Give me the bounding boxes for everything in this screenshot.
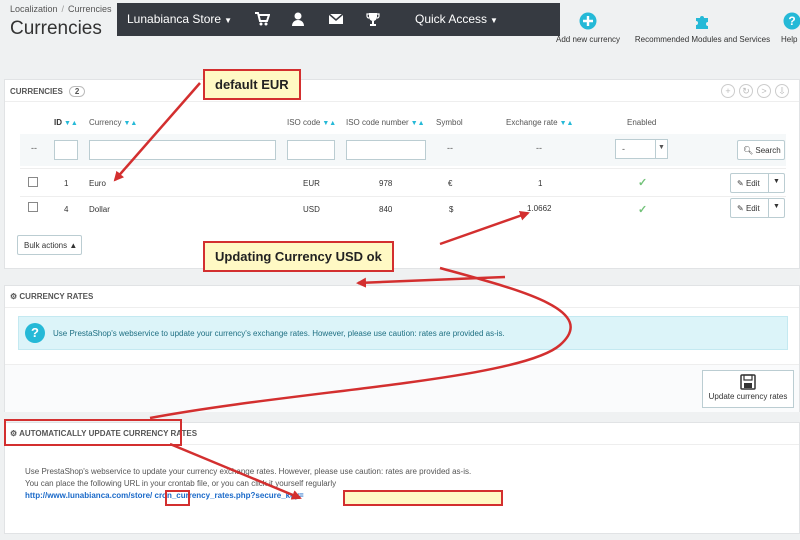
filter-currency-input[interactable] [89, 140, 276, 160]
question-icon: ? [25, 323, 45, 343]
search-icon: 🔍︎ [743, 146, 754, 155]
help-button[interactable]: ? Help [781, 12, 800, 44]
add-tool-icon[interactable]: + [721, 84, 735, 98]
breadcrumb-currencies[interactable]: Currencies [68, 4, 112, 14]
refresh-tool-icon[interactable]: ↻ [739, 84, 753, 98]
panel-tools: + ↻ > ⇩ [717, 84, 789, 98]
column-symbol: Symbol [436, 118, 463, 127]
row-checkbox[interactable] [28, 202, 38, 212]
row-currency: Dollar [89, 205, 110, 214]
chevron-down-icon: ▼ [655, 140, 667, 158]
filter-symbol-dash: -- [447, 143, 453, 153]
update-currency-rates-button[interactable]: Update currency rates [702, 370, 794, 408]
column-id[interactable]: ID ▼▲ [54, 118, 78, 127]
filter-iso-number-input[interactable] [346, 140, 426, 160]
recommended-modules-button[interactable]: Recommended Modules and Services [630, 12, 775, 44]
sql-tool-icon[interactable]: > [757, 84, 771, 98]
filter-rate-dash: -- [536, 143, 542, 153]
row-symbol: $ [449, 205, 454, 214]
bulk-actions-button[interactable]: Bulk actions ▲ [17, 235, 82, 255]
filter-dash: -- [31, 143, 37, 153]
top-navbar: Lunabianca Store ▼ Quick Access ▼ [117, 3, 560, 36]
arrow-back [356, 275, 506, 288]
auto-update-line2: You can place the following URL in your … [25, 479, 337, 488]
pencil-icon: ✎ [737, 179, 744, 188]
annotation-default-eur: default EUR [203, 69, 301, 100]
row-divider [20, 196, 786, 197]
add-currency-label: Add new currency [555, 35, 621, 44]
redacted-key-box [343, 490, 503, 506]
row-iso-number: 840 [379, 205, 393, 214]
export-tool-icon[interactable]: ⇩ [775, 84, 789, 98]
redacted-path-box [165, 490, 190, 506]
filter-iso-input[interactable] [287, 140, 335, 160]
filter-enabled-select[interactable]: - ▼ [615, 139, 668, 159]
user-icon[interactable] [290, 11, 306, 27]
row-divider [20, 168, 786, 169]
row-currency: Euro [89, 179, 106, 188]
plus-circle-icon [579, 12, 597, 30]
pencil-icon: ✎ [737, 204, 744, 213]
page-title: Currencies [10, 18, 102, 39]
breadcrumb: Localization / Currencies [10, 4, 112, 14]
filter-id-input[interactable] [54, 140, 78, 160]
info-alert: ? Use PrestaShop's webservice to update … [18, 316, 788, 350]
highlight-auto-heading [4, 419, 182, 446]
mail-icon[interactable] [328, 11, 344, 27]
quick-access-menu[interactable]: Quick Access ▼ [415, 12, 498, 26]
row-symbol: € [448, 179, 453, 188]
svg-text:?: ? [788, 14, 795, 28]
store-selector[interactable]: Lunabianca Store ▼ [127, 12, 232, 26]
help-icon: ? [783, 12, 800, 30]
enabled-check-icon[interactable]: ✓ [638, 176, 647, 189]
column-exchange-rate[interactable]: Exchange rate ▼▲ [506, 118, 573, 127]
info-alert-text: Use PrestaShop's webservice to update yo… [53, 329, 505, 338]
cart-icon[interactable] [254, 11, 270, 27]
puzzle-icon [695, 16, 708, 29]
trophy-icon[interactable] [365, 11, 381, 27]
row-id: 1 [64, 179, 69, 188]
edit-button[interactable]: ✎ Edit ▼ [730, 173, 785, 193]
row-iso: EUR [303, 179, 320, 188]
column-iso-code-number[interactable]: ISO code number ▼▲ [346, 118, 425, 127]
currencies-panel-heading: CURRENCIES 2 [5, 80, 799, 102]
row-rate: 1.0662 [527, 204, 552, 213]
save-icon [740, 374, 756, 390]
enabled-check-icon[interactable]: ✓ [638, 203, 647, 216]
currency-rates-heading: ⚙ CURRENCY RATES [5, 286, 799, 308]
currency-rates-footer: Update currency rates [5, 364, 799, 412]
currencies-panel: CURRENCIES 2 + ↻ > ⇩ [4, 79, 800, 269]
row-iso: USD [303, 205, 320, 214]
row-rate: 1 [538, 179, 543, 188]
caret-down-icon[interactable]: ▼ [768, 174, 784, 192]
currencies-title: CURRENCIES [10, 87, 63, 96]
search-button[interactable]: 🔍︎ Search [737, 140, 785, 160]
help-label: Help [781, 35, 798, 44]
recommended-label: Recommended Modules and Services [634, 35, 771, 44]
cogs-icon: ⚙ [10, 292, 18, 301]
row-checkbox[interactable] [28, 177, 38, 187]
add-currency-button[interactable]: Add new currency [553, 12, 623, 44]
row-id: 4 [64, 205, 69, 214]
row-iso-number: 978 [379, 179, 393, 188]
column-enabled: Enabled [627, 118, 657, 127]
breadcrumb-localization[interactable]: Localization [10, 4, 58, 14]
caret-down-icon[interactable]: ▼ [768, 199, 784, 217]
column-currency[interactable]: Currency ▼▲ [89, 118, 137, 127]
annotation-updating-usd: Updating Currency USD ok [203, 241, 394, 272]
currency-count-badge: 2 [68, 86, 86, 97]
edit-button[interactable]: ✎ Edit ▼ [730, 198, 785, 218]
auto-update-line1: Use PrestaShop's webservice to update yo… [25, 467, 472, 476]
column-iso-code[interactable]: ISO code ▼▲ [287, 118, 336, 127]
